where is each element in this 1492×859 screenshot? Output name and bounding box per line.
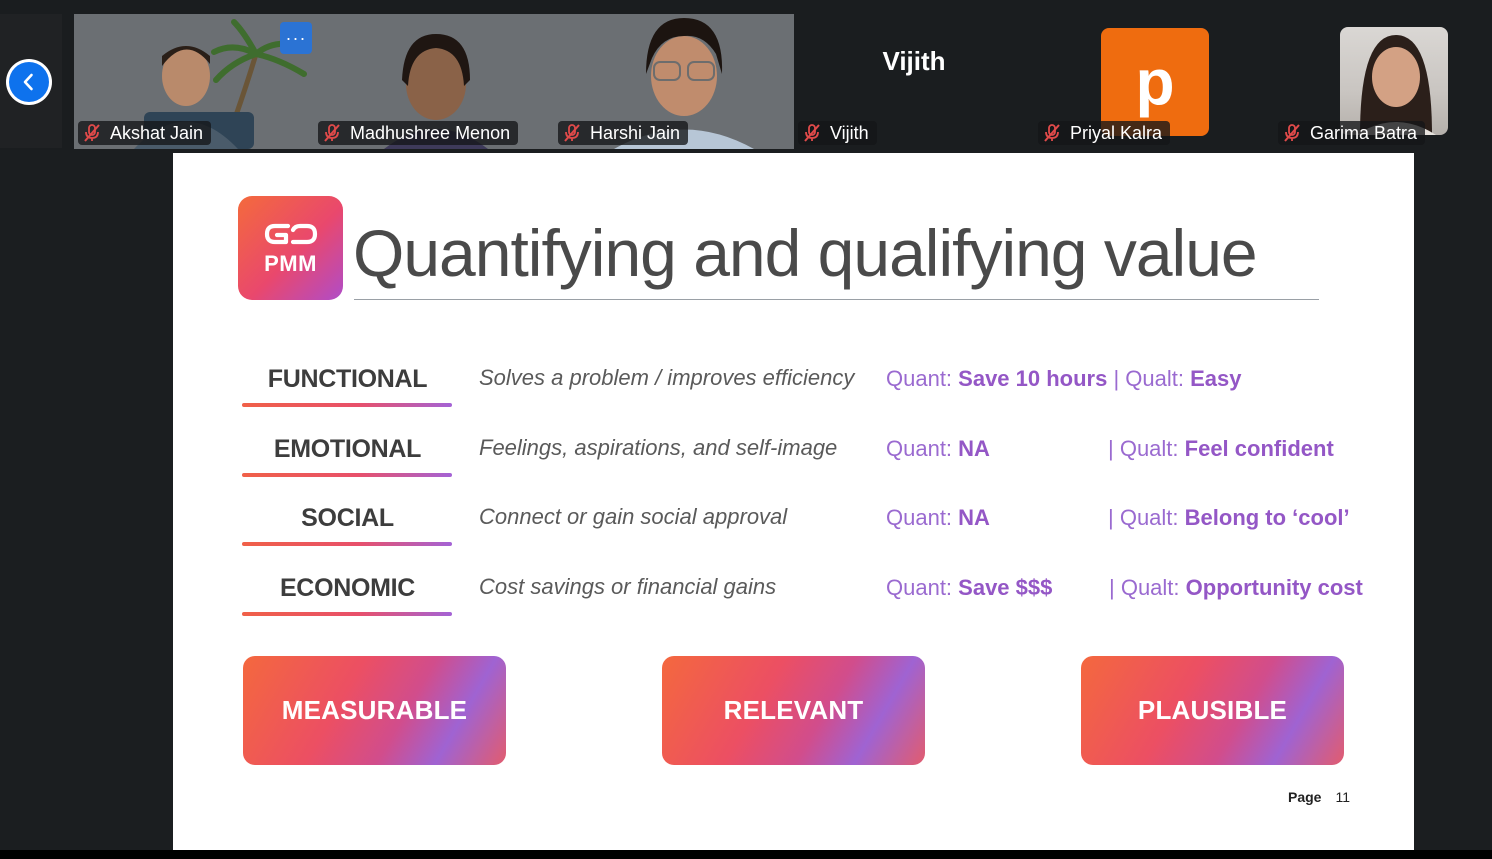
row-underline	[242, 473, 452, 477]
mic-muted-icon	[1284, 124, 1300, 142]
row-description: Feelings, aspirations, and self-image	[479, 435, 838, 460]
value-row-social: SOCIAL Connect or gain social approval Q…	[173, 504, 1414, 554]
row-label: EMOTIONAL	[273, 435, 422, 463]
row-underline	[242, 612, 452, 616]
previous-page-button[interactable]	[6, 59, 52, 105]
participant-tile[interactable]: Harshi Jain	[554, 14, 794, 149]
row-label: SOCIAL	[301, 504, 394, 532]
participant-tile[interactable]: Vijith Vijith	[794, 14, 1034, 149]
title-divider	[354, 299, 1319, 300]
participant-tile[interactable]: p Priyal Kalra	[1034, 14, 1274, 149]
value-row-economic: ECONOMIC Cost savings or financial gains…	[173, 574, 1414, 624]
pill-measurable: MEASURABLE	[243, 656, 506, 765]
row-label: ECONOMIC	[279, 574, 416, 602]
participant-name: Garima Batra	[1310, 122, 1418, 143]
row-underline	[242, 403, 452, 407]
participant-tile[interactable]: ··· Akshat Jain	[74, 14, 314, 149]
participant-tile[interactable]: Madhushree Menon	[314, 14, 554, 149]
mic-muted-icon	[804, 124, 820, 142]
chevron-left-icon	[9, 62, 49, 102]
row-description: Solves a problem / improves efficiency	[479, 365, 855, 390]
mic-muted-icon	[1044, 124, 1060, 142]
mic-muted-icon	[564, 124, 580, 142]
slide-title: Quantifying and qualifying value	[353, 216, 1258, 290]
participant-video	[1340, 27, 1448, 135]
row-qual: | Qualt: Opportunity cost	[1109, 575, 1363, 600]
participant-name: Madhushree Menon	[350, 122, 511, 143]
participant-display-name: Vijith	[882, 45, 946, 76]
value-row-emotional: EMOTIONAL Feelings, aspirations, and sel…	[173, 435, 1414, 485]
shared-slide: PMM Quantifying and qualifying value FUN…	[173, 153, 1414, 850]
row-quant: Quant: Save 10 hours | Qualt: Easy	[886, 366, 1242, 391]
participant-name: Vijith	[830, 122, 869, 143]
row-quant: Quant: NA	[886, 505, 990, 530]
participant-tile[interactable]: Garima Batra	[1274, 14, 1492, 149]
row-label: FUNCTIONAL	[267, 365, 428, 393]
zoom-window: ··· Akshat Jain Madhushree Menon Harshi …	[0, 0, 1492, 859]
pill-relevant: RELEVANT	[662, 656, 925, 765]
page-indicator: Page 11	[1287, 789, 1350, 805]
logo-text: PMM	[264, 251, 317, 276]
value-row-functional: FUNCTIONAL Solves a problem / improves e…	[173, 365, 1414, 415]
pill-plausible: PLAUSIBLE	[1081, 656, 1344, 765]
participant-name: Akshat Jain	[110, 122, 204, 143]
row-qual: | Qualt: Belong to ‘cool’	[1108, 505, 1350, 530]
row-description: Connect or gain social approval	[479, 504, 788, 529]
participant-strip: ··· Akshat Jain Madhushree Menon Harshi …	[0, 0, 1492, 150]
more-options-button[interactable]: ···	[280, 22, 312, 54]
participant-name: Priyal Kalra	[1070, 122, 1163, 143]
avatar: p	[1101, 28, 1209, 136]
mic-muted-icon	[84, 124, 100, 142]
row-qual: | Qualt: Feel confident	[1108, 436, 1334, 461]
row-quant: Quant: Save $$$	[886, 575, 1053, 600]
row-underline	[242, 542, 452, 546]
gopmm-logo: PMM	[238, 196, 343, 300]
bottom-bar	[0, 850, 1492, 859]
participant-name: Harshi Jain	[590, 122, 681, 143]
mic-muted-icon	[324, 124, 340, 142]
row-quant: Quant: NA	[886, 436, 990, 461]
go-logo-mark	[264, 223, 317, 245]
row-description: Cost savings or financial gains	[479, 574, 777, 599]
